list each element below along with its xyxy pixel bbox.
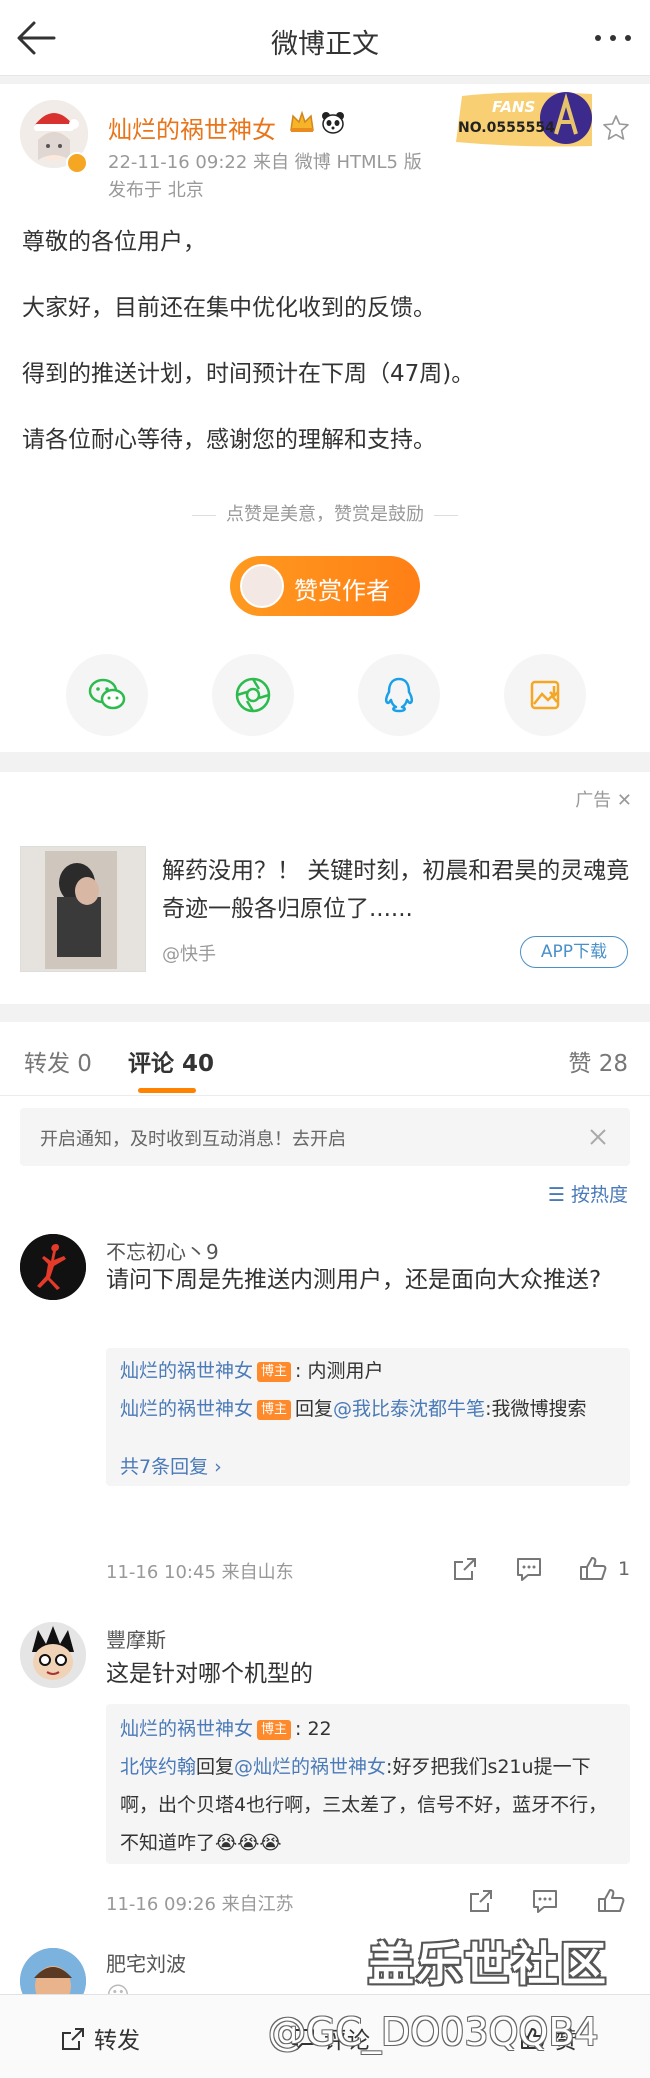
reward-label: 赞赏作者 [294,577,390,605]
reply-icon[interactable] [530,1886,560,1916]
reply-box[interactable]: 灿烂的祸世神女 博主: 22 北侠约翰回复@灿烂的祸世神女:好歹把我们s21u提一… [106,1704,630,1864]
reply-body: : 22 [295,1718,332,1740]
moments-icon [235,677,271,713]
comment-like-count: 1 [618,1558,631,1580]
ad-thumbnail[interactable] [20,846,146,972]
fans-number: NO.0555554 [458,120,555,136]
like-icon[interactable] [596,1886,626,1916]
ad-card[interactable]: 广告 ✕ 解药没用？！ 关键时刻，初晨和君昊的灵魂竟奇迹一般各归原位了.....… [0,772,650,1004]
tab-repost[interactable]: 转发 0 [24,1044,92,1078]
fans-badge[interactable]: FANS NO.0555554 [452,88,604,152]
active-tab-indicator [138,1088,196,1093]
share-wechat-button[interactable] [66,654,148,736]
app-download-button[interactable]: APP下载 [520,936,628,968]
reply-item: 灿烂的祸世神女 博主: 22 [120,1710,620,1748]
reply-item: 灿烂的祸世神女 博主 回复@我比泰沈都牛笔:我微博搜索 [120,1390,620,1428]
ad-tag[interactable]: 广告 ✕ [575,786,632,812]
reward-author-button[interactable]: 赞赏作者 [230,556,420,616]
notification-banner[interactable]: 开启通知，及时收到互动消息！去开启 [20,1108,630,1166]
share-icon[interactable] [466,1886,496,1916]
verified-badge-icon [66,152,88,174]
tab-like[interactable]: 赞 28 [568,1044,628,1078]
share-moments-button[interactable] [212,654,294,736]
host-badge: 博主 [257,1720,292,1740]
post-meta: 22-11-16 09:22 来自 微博 HTML5 版 [108,152,422,173]
commenter-name[interactable]: 肥宅刘波 [106,1948,186,1977]
wechat-icon [88,678,126,710]
sort-by-hot-button[interactable]: ☰ 按热度 [548,1180,628,1207]
like-icon[interactable] [578,1554,608,1584]
repost-button[interactable]: 转发 [60,2021,140,2055]
repost-icon [62,2028,84,2050]
post-card: 灿烂的祸世神女 FANS NO.0555554 22-11-16 09:22 来… [0,84,650,752]
post-location: 发布于 北京 [108,180,204,201]
post-tabs: 转发 0 评论 40 赞 28 [0,1022,650,1096]
commenter-avatar[interactable] [20,1234,86,1300]
panda-badge-icon [322,112,344,134]
post-paragraph: 得到的推送计划，时间预计在下周（47周)。 [22,361,475,387]
reply-icon[interactable] [514,1554,544,1584]
reply-body: :我微博搜索 [485,1398,587,1420]
reply-verb: 回复 [196,1756,235,1778]
favorite-star-icon[interactable] [602,114,630,142]
comment-text: 这是针对哪个机型的 [106,1661,313,1687]
watermark-user: @GC_DO03QQB4 [268,2010,599,2054]
reply-author[interactable]: 灿烂的祸世神女 [120,1718,253,1740]
post-paragraph: 大家好，目前还在集中优化收到的反馈。 [22,295,436,321]
post-paragraph: 请各位耐心等待，感谢您的理解和支持。 [22,427,436,453]
reply-author[interactable]: 灿烂的祸世神女 [120,1360,253,1382]
ad-title[interactable]: 解药没用？！ 关键时刻，初晨和君昊的灵魂竟奇迹一般各归原位了...... [162,852,632,928]
top-bar: 微博正文 [0,0,650,76]
reward-avatar [240,564,284,608]
host-badge: 博主 [257,1362,292,1382]
host-badge: 博主 [257,1400,292,1420]
reply-author[interactable]: 灿烂的祸世神女 [120,1398,253,1420]
share-qq-button[interactable] [358,654,440,736]
comment-text: 请问下周是先推送内测用户，还是面向大众推送? [106,1267,602,1293]
qq-icon [384,677,414,713]
more-replies-link[interactable]: 共7条回复 › [120,1452,222,1479]
comment-meta: 11-16 09:26 来自江苏 [106,1894,294,1915]
notification-text[interactable]: 开启通知，及时收到互动消息！去开启 [40,1125,346,1151]
appreciate-caption: 点赞是美意，赞赏是鼓励 [0,500,650,526]
commenter-avatar[interactable] [20,1622,86,1688]
close-icon[interactable] [588,1127,608,1147]
ad-source: @快手 [162,944,216,965]
reply-box[interactable]: 灿烂的祸世神女 博主: 内测用户 灿烂的祸世神女 博主 回复@我比泰沈都牛笔:我微博搜… [106,1348,630,1486]
comment-meta: 11-16 10:45 来自山东 [106,1562,294,1583]
reply-mention[interactable]: @灿烂的祸世神女 [234,1756,386,1778]
reply-verb: 回复 [295,1398,334,1420]
page-title: 微博正文 [271,29,379,60]
commenter-name[interactable]: 豐摩斯 [106,1624,166,1653]
tab-comment[interactable]: 评论 40 [128,1044,214,1078]
save-image-icon [530,680,560,710]
reply-item: 北侠约翰回复@灿烂的祸世神女:好歹把我们s21u提一下啊，出个贝塔4也行啊，三太… [120,1748,620,1862]
post-paragraph: 尊敬的各位用户， [22,229,206,255]
author-name[interactable]: 灿烂的祸世神女 [108,110,276,145]
fans-label: FANS [492,98,536,116]
reply-item: 灿烂的祸世神女 博主: 内测用户 [120,1352,620,1390]
share-save-image-button[interactable] [504,654,586,736]
share-icon[interactable] [450,1554,480,1584]
more-icon[interactable] [592,26,634,50]
reply-body: : 内测用户 [295,1360,384,1382]
watermark-title: 盖乐世社区 [368,1937,608,1991]
reply-mention[interactable]: @我比泰沈都牛笔 [333,1398,485,1420]
sort-icon: ☰ [547,1184,571,1206]
reply-author[interactable]: 北侠约翰 [120,1756,196,1778]
crown-badge-icon [290,110,314,132]
